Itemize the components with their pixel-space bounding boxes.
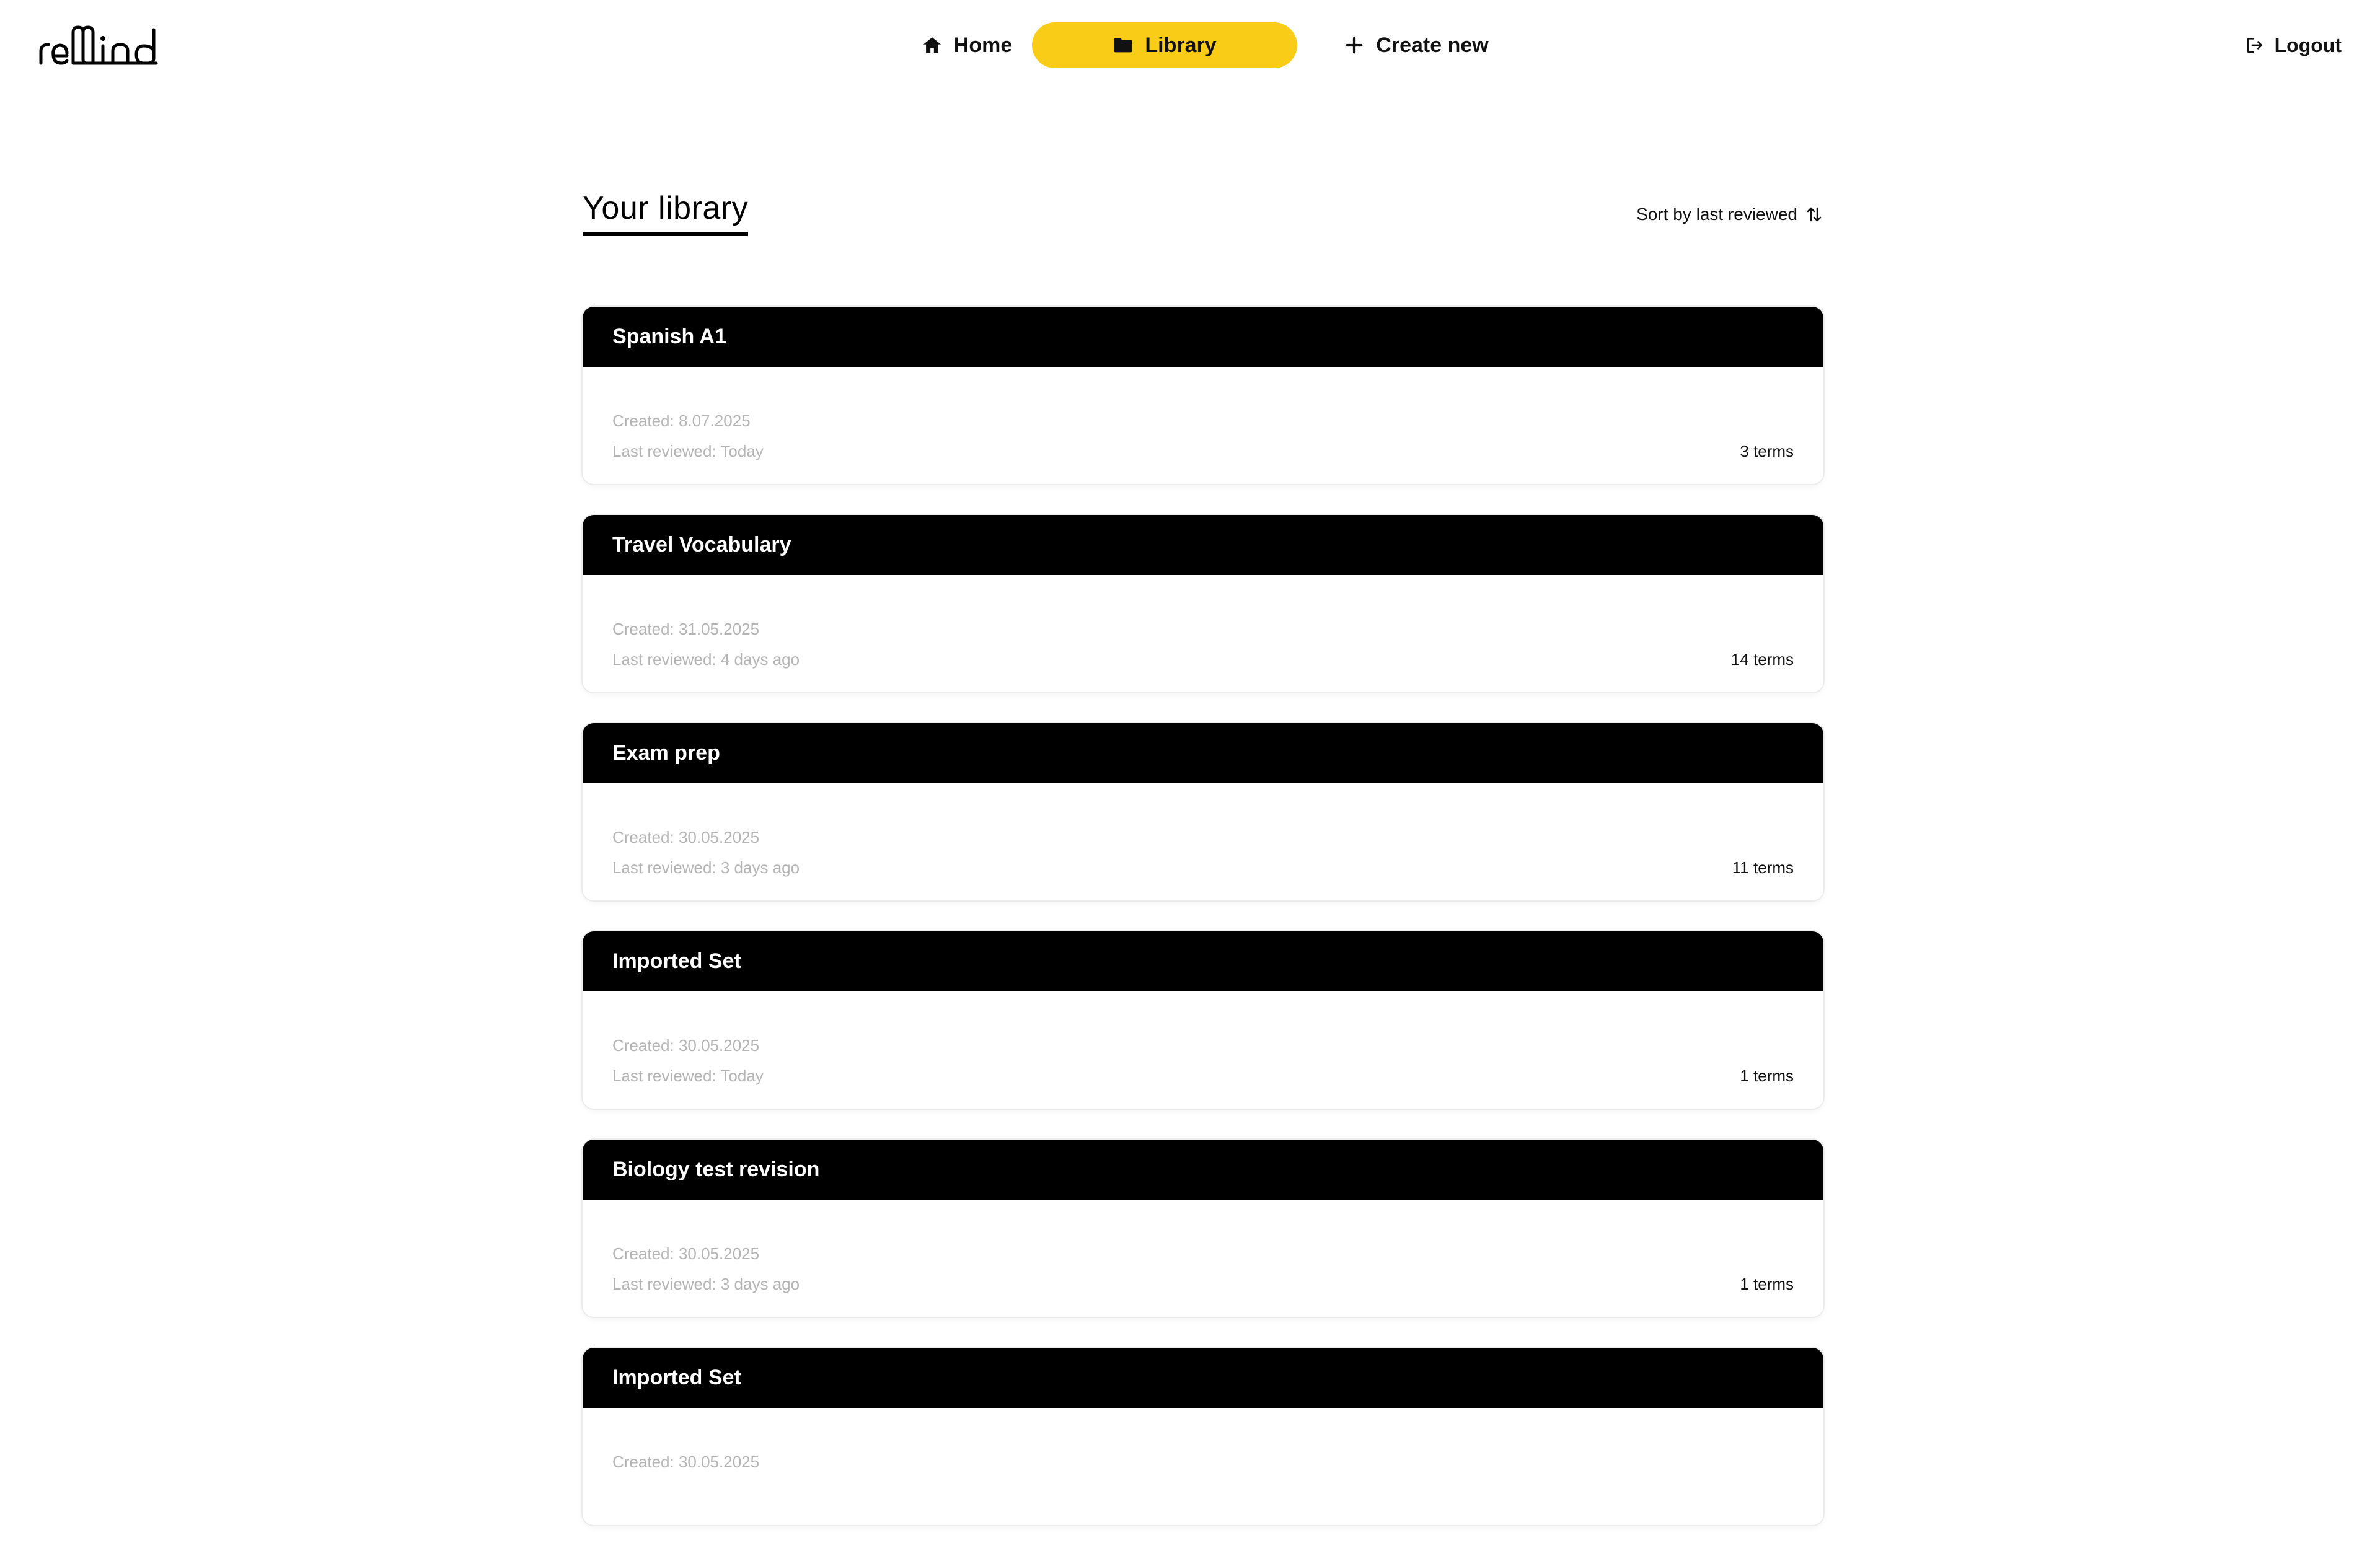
set-created-date: Created: 30.05.2025 bbox=[612, 1036, 760, 1055]
set-card[interactable]: Travel Vocabulary Created: 31.05.2025 La… bbox=[583, 515, 1823, 692]
nav-create-label: Create new bbox=[1376, 33, 1489, 57]
set-last-reviewed: Last reviewed: 3 days ago bbox=[612, 858, 800, 877]
set-created-date: Created: 30.05.2025 bbox=[612, 1453, 760, 1471]
set-created-date: Created: 30.05.2025 bbox=[612, 1244, 760, 1263]
plus-icon bbox=[1344, 35, 1365, 56]
set-body: Created: 8.07.2025 Last reviewed: Today … bbox=[583, 367, 1823, 484]
set-body: Created: 30.05.2025 bbox=[583, 1408, 1823, 1525]
nav-create-new[interactable]: Create new bbox=[1323, 22, 1509, 68]
set-title: Biology test revision bbox=[583, 1140, 1823, 1200]
set-last-reviewed: Last reviewed: 4 days ago bbox=[612, 650, 800, 669]
set-term-count: 14 terms bbox=[1730, 650, 1794, 669]
set-created-date: Created: 30.05.2025 bbox=[612, 828, 760, 846]
set-title: Imported Set bbox=[583, 1348, 1823, 1408]
nav-library[interactable]: Library bbox=[1032, 22, 1297, 68]
set-card[interactable]: Biology test revision Created: 30.05.202… bbox=[583, 1140, 1823, 1317]
set-list: Spanish A1 Created: 8.07.2025 Last revie… bbox=[583, 307, 1823, 1556]
set-card[interactable]: Spanish A1 Created: 8.07.2025 Last revie… bbox=[583, 307, 1823, 484]
folder-icon bbox=[1113, 35, 1134, 56]
main-nav: Home Library Create new bbox=[0, 22, 2380, 68]
set-body: Created: 30.05.2025 Last reviewed: Today… bbox=[583, 991, 1823, 1109]
top-bar: Home Library Create new Logout bbox=[0, 0, 2380, 93]
page-title: Your library bbox=[583, 190, 749, 236]
sort-arrows-icon bbox=[1805, 205, 1823, 224]
sort-control[interactable]: Sort by last reviewed bbox=[1636, 204, 1823, 224]
library-header: Your library Sort by last reviewed bbox=[583, 186, 1823, 248]
set-created-date: Created: 8.07.2025 bbox=[612, 411, 751, 430]
set-last-reviewed: Last reviewed: Today bbox=[612, 442, 764, 460]
set-last-reviewed: Last reviewed: 3 days ago bbox=[612, 1275, 800, 1293]
set-card[interactable]: Imported Set Created: 30.05.2025 bbox=[583, 1348, 1823, 1525]
logout-icon bbox=[2245, 35, 2265, 55]
nav-library-label: Library bbox=[1145, 33, 1217, 57]
set-title: Travel Vocabulary bbox=[583, 515, 1823, 575]
set-term-count: 1 terms bbox=[1740, 1275, 1794, 1293]
logout-label: Logout bbox=[2274, 33, 2342, 56]
home-icon bbox=[922, 35, 943, 56]
set-body: Created: 31.05.2025 Last reviewed: 4 day… bbox=[583, 575, 1823, 692]
set-term-count: 1 terms bbox=[1740, 1066, 1794, 1085]
set-card[interactable]: Imported Set Created: 30.05.2025 Last re… bbox=[583, 931, 1823, 1109]
set-title: Imported Set bbox=[583, 931, 1823, 991]
set-created-date: Created: 31.05.2025 bbox=[612, 620, 760, 638]
set-term-count: 3 terms bbox=[1740, 442, 1794, 460]
set-last-reviewed: Last reviewed: Today bbox=[612, 1066, 764, 1085]
set-body: Created: 30.05.2025 Last reviewed: 3 day… bbox=[583, 783, 1823, 900]
nav-home[interactable]: Home bbox=[899, 22, 1035, 68]
sort-label: Sort by last reviewed bbox=[1636, 204, 1797, 224]
logout-button[interactable]: Logout bbox=[2245, 30, 2342, 61]
set-title: Spanish A1 bbox=[583, 307, 1823, 367]
set-title: Exam prep bbox=[583, 723, 1823, 783]
set-card[interactable]: Exam prep Created: 30.05.2025 Last revie… bbox=[583, 723, 1823, 900]
set-body: Created: 30.05.2025 Last reviewed: 3 day… bbox=[583, 1200, 1823, 1317]
nav-home-label: Home bbox=[953, 33, 1013, 57]
set-term-count: 11 terms bbox=[1732, 858, 1794, 877]
